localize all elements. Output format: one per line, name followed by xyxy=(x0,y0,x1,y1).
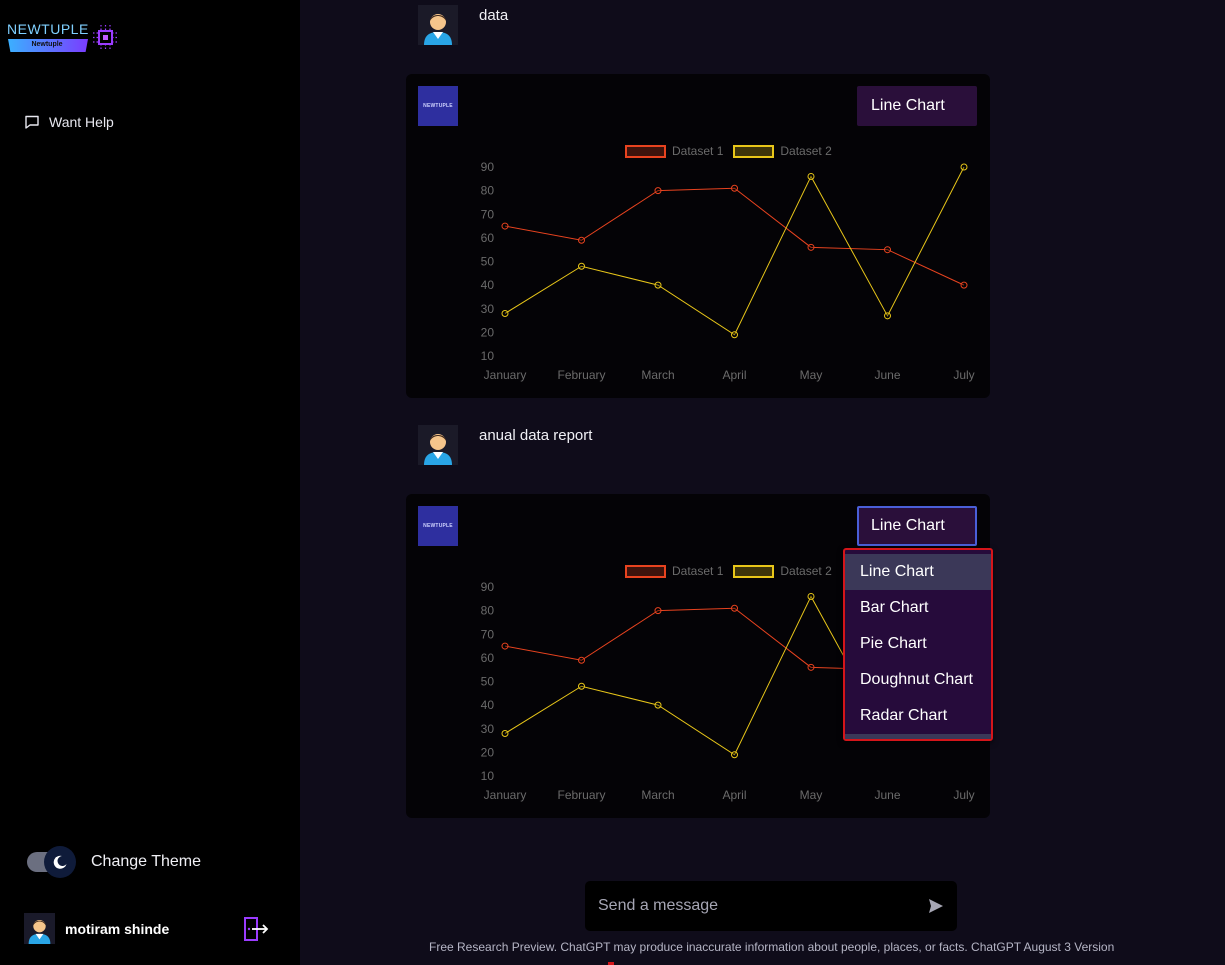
dropdown-option-doughnut[interactable]: Doughnut Chart xyxy=(845,662,991,698)
chat-bubble-icon xyxy=(25,115,39,129)
dropdown-scroll-edge xyxy=(845,734,991,739)
x-tick-label: January xyxy=(484,368,527,382)
data-point[interactable] xyxy=(884,246,891,254)
data-point[interactable] xyxy=(654,607,662,615)
y-tick-label: 80 xyxy=(481,184,495,198)
y-tick-label: 10 xyxy=(481,769,495,783)
x-tick-label: July xyxy=(953,368,974,382)
line-chart: 10 20 30 40 50 60 70 80 90 January February March Ap… xyxy=(481,160,975,382)
y-tick-label: 90 xyxy=(481,160,495,174)
disclaimer-text: Free Research Preview. ChatGPT may produ… xyxy=(429,940,1115,954)
data-point[interactable] xyxy=(654,701,662,709)
x-tick-label: June xyxy=(874,788,900,802)
x-tick-label: April xyxy=(722,788,746,802)
data-point[interactable] xyxy=(501,729,509,737)
x-tick-label: January xyxy=(484,788,527,802)
y-tick-label: 20 xyxy=(481,745,495,759)
data-point[interactable] xyxy=(807,243,815,251)
dropdown-option-radar[interactable]: Radar Chart xyxy=(845,698,991,734)
data-point[interactable] xyxy=(731,751,738,759)
y-tick-label: 70 xyxy=(481,627,495,641)
theme-switcher: Change Theme xyxy=(27,846,201,878)
y-tick-label: 40 xyxy=(481,278,495,292)
message-composer xyxy=(585,881,957,931)
data-point[interactable] xyxy=(578,682,585,690)
data-point[interactable] xyxy=(578,656,585,664)
y-tick-label: 50 xyxy=(481,255,495,269)
chip-icon xyxy=(93,25,118,50)
sidebar: NEWTUPLE Newtuple Want Help Change Theme… xyxy=(0,0,300,965)
data-point[interactable] xyxy=(654,281,662,289)
user-avatar xyxy=(24,913,55,944)
x-tick-label: July xyxy=(953,788,974,802)
data-point[interactable] xyxy=(807,592,815,600)
y-tick-label: 20 xyxy=(481,325,495,339)
y-tick-label: 90 xyxy=(481,580,495,594)
y-tick-label: 50 xyxy=(481,675,495,689)
data-point[interactable] xyxy=(731,331,738,339)
y-tick-label: 30 xyxy=(481,302,495,316)
y-tick-label: 40 xyxy=(481,698,495,712)
want-help-link[interactable]: Want Help xyxy=(24,114,114,130)
y-tick-label: 10 xyxy=(481,349,495,363)
data-point[interactable] xyxy=(807,663,815,671)
message-text: data xyxy=(479,7,509,24)
data-point[interactable] xyxy=(731,604,738,612)
x-tick-label: May xyxy=(800,788,823,802)
dropdown-option-bar[interactable]: Bar Chart xyxy=(845,590,991,626)
y-tick-label: 80 xyxy=(481,604,495,618)
x-tick-label: June xyxy=(874,368,900,382)
data-point[interactable] xyxy=(884,312,891,320)
moon-icon xyxy=(44,846,76,878)
data-point[interactable] xyxy=(731,184,738,192)
logo-subtext: Newtuple xyxy=(31,41,63,48)
message-text: anual data report xyxy=(479,427,593,444)
logo-text: NEWTUPLE xyxy=(7,21,89,37)
theme-toggle[interactable] xyxy=(27,846,77,878)
x-tick-label: February xyxy=(557,368,605,382)
user-avatar xyxy=(418,5,458,45)
series-line-2 xyxy=(504,166,965,336)
data-point[interactable] xyxy=(501,222,509,230)
y-tick-label: 60 xyxy=(481,651,495,665)
data-point[interactable] xyxy=(501,642,509,650)
chart-type-dropdown: Line Chart Bar Chart Pie Chart Doughnut … xyxy=(843,548,993,741)
app-logo[interactable]: NEWTUPLE Newtuple xyxy=(7,20,122,56)
send-icon[interactable] xyxy=(928,898,944,914)
user-name: motiram shinde xyxy=(65,920,170,937)
change-theme-label: Change Theme xyxy=(91,853,201,870)
chart-card: NEWTUPLE Line Chart Dataset 1 Dataset 2 … xyxy=(406,74,990,398)
data-point[interactable] xyxy=(960,163,968,171)
data-point[interactable] xyxy=(807,172,815,180)
want-help-label: Want Help xyxy=(49,114,114,130)
data-point[interactable] xyxy=(501,309,509,317)
message-input[interactable] xyxy=(598,897,928,915)
y-tick-label: 70 xyxy=(481,207,495,221)
dropdown-option-pie[interactable]: Pie Chart xyxy=(845,626,991,662)
data-point[interactable] xyxy=(578,236,585,244)
data-point[interactable] xyxy=(654,187,662,195)
x-tick-label: March xyxy=(641,368,674,382)
logout-icon[interactable] xyxy=(243,916,269,942)
user-avatar xyxy=(418,425,458,465)
y-tick-label: 60 xyxy=(481,231,495,245)
user-profile: motiram shinde xyxy=(24,913,272,944)
user-message: anual data report xyxy=(418,425,592,465)
dropdown-option-line[interactable]: Line Chart xyxy=(845,554,991,590)
x-tick-label: May xyxy=(800,368,823,382)
y-tick-label: 30 xyxy=(481,722,495,736)
data-point[interactable] xyxy=(960,281,968,289)
x-tick-label: April xyxy=(722,368,746,382)
x-tick-label: March xyxy=(641,788,674,802)
data-point[interactable] xyxy=(578,262,585,270)
user-message: data xyxy=(418,5,508,45)
x-tick-label: February xyxy=(557,788,605,802)
